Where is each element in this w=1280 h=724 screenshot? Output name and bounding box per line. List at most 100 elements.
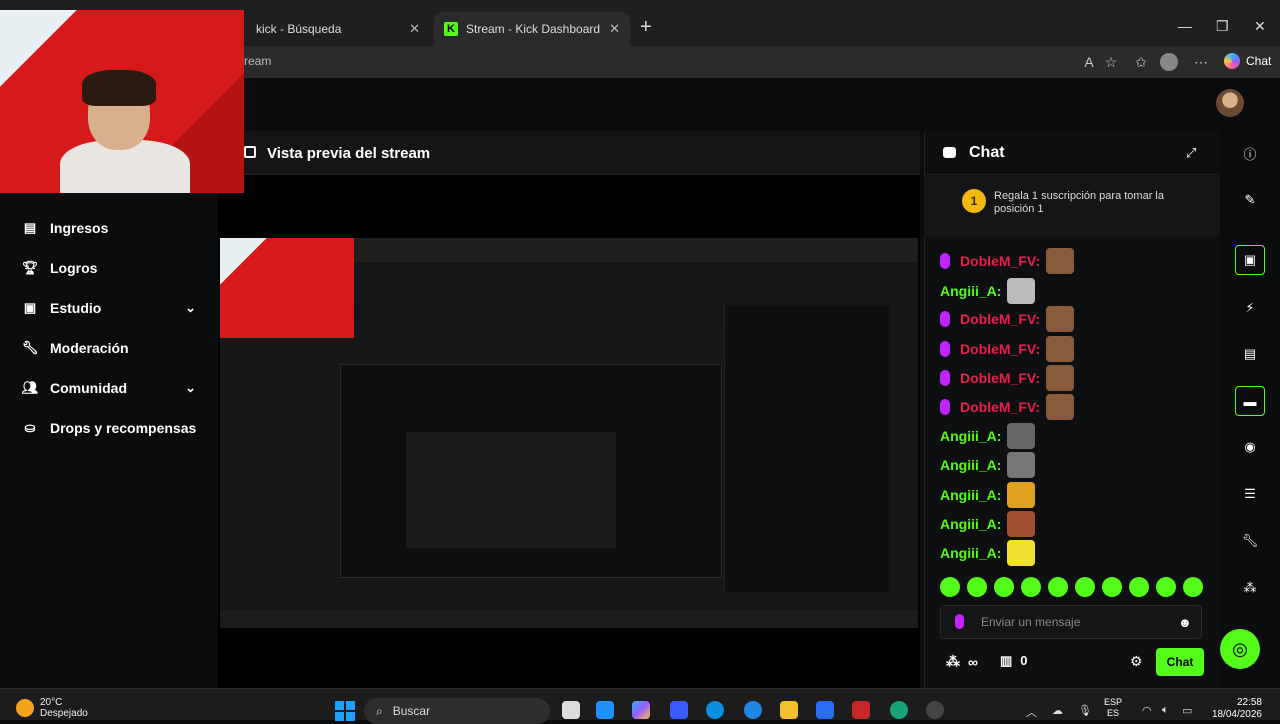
nested-taskbar <box>220 610 918 628</box>
emote-icon <box>1046 248 1075 274</box>
sidebar-item-drops[interactable]: ⛀ Drops y recompensas <box>0 410 218 446</box>
chat-toggle-icon[interactable]: ▬ <box>1235 386 1265 416</box>
more-icon[interactable]: ⋯ <box>1192 53 1210 71</box>
stream-info-icon[interactable]: ☰ <box>1238 482 1262 506</box>
preview-toggle-icon[interactable]: ▣ <box>1235 245 1265 275</box>
sidebar-item-ingresos[interactable]: ▤ Ingresos <box>0 210 218 246</box>
chat-username[interactable]: Angiii_A: <box>940 283 1001 299</box>
teams-icon[interactable] <box>670 701 688 719</box>
emote-icon[interactable] <box>1075 577 1095 597</box>
close-icon[interactable]: ✕ <box>409 21 420 37</box>
sidebar-item-estudio[interactable]: ▣ Estudio ⌄ <box>0 290 218 326</box>
chat-message: DobleM_FV: <box>940 394 1075 420</box>
photos-icon[interactable] <box>816 701 834 719</box>
emote-icon[interactable] <box>940 577 960 597</box>
page-title: Vista previa del stream <box>267 145 431 162</box>
info-icon[interactable]: ⓘ <box>1238 141 1262 165</box>
chat-username[interactable]: Angiii_A: <box>940 428 1001 444</box>
file-explorer-icon[interactable] <box>780 701 798 719</box>
emote-icon[interactable] <box>1102 577 1122 597</box>
emote-icon[interactable] <box>1021 577 1041 597</box>
chat-username[interactable]: DobleM_FV: <box>960 370 1040 386</box>
chevron-up-icon[interactable]: ︿ <box>1026 704 1037 720</box>
url-input[interactable]: ream <box>244 54 271 68</box>
profile-icon[interactable] <box>1160 53 1178 71</box>
emote-icon[interactable] <box>1183 577 1203 597</box>
windows-start-icon[interactable] <box>335 701 355 721</box>
broadcast-icon[interactable]: ◉ <box>1238 435 1262 459</box>
chat-message: Angiii_A: <box>940 511 1036 537</box>
channel-points[interactable]: ⁂ ∞ <box>946 653 978 670</box>
gear-icon[interactable]: ⚙ <box>1130 653 1143 670</box>
task-view-icon[interactable] <box>562 701 580 719</box>
emote-icon[interactable] <box>1156 577 1176 597</box>
window-close-icon[interactable]: ✕ <box>1254 18 1266 35</box>
notes-icon[interactable]: ▤ <box>1238 342 1262 366</box>
clock-date: 18/04/2026 <box>1211 709 1262 720</box>
chat-username[interactable]: DobleM_FV: <box>960 253 1040 269</box>
support-icon[interactable]: ◎ <box>1220 629 1260 669</box>
sidebar-item-logros[interactable]: 🏆︎ Logros <box>0 250 218 286</box>
gift-icon: ▥ <box>1000 653 1013 668</box>
obs-icon[interactable] <box>926 701 944 719</box>
favorites-icon[interactable]: ✩ <box>1132 53 1150 71</box>
chat-username[interactable]: Angiii_A: <box>940 457 1001 473</box>
edit-icon[interactable]: ✎ <box>1238 188 1262 212</box>
sidebar-item-comunidad[interactable]: 👥︎ Comunidad ⌄ <box>0 370 218 406</box>
emote-icon <box>1046 336 1075 362</box>
emote-icon[interactable] <box>994 577 1014 597</box>
favorite-star-icon[interactable]: ☆ <box>1102 53 1120 71</box>
avatar[interactable] <box>1216 89 1244 117</box>
read-aloud-icon[interactable]: A <box>1080 53 1098 71</box>
tab-kick-dashboard[interactable]: K Stream - Kick Dashboard ✕ <box>434 12 630 46</box>
emote-icon[interactable] <box>1048 577 1068 597</box>
emote-icon[interactable] <box>1129 577 1149 597</box>
chevron-down-icon: ⌄ <box>185 300 196 315</box>
popout-icon[interactable]: ⤢ <box>1186 145 1196 161</box>
volume-icon[interactable]: 🔈︎ <box>1162 704 1169 717</box>
onedrive-icon[interactable]: ☁ <box>1052 704 1063 717</box>
acrobat-icon[interactable] <box>852 701 870 719</box>
tab-kick-search[interactable]: kick - Búsqueda ✕ <box>246 12 430 46</box>
widgets-icon[interactable] <box>596 701 614 719</box>
chat-username[interactable]: DobleM_FV: <box>960 399 1040 415</box>
emote-icon <box>1007 482 1036 508</box>
app-icon[interactable] <box>890 701 908 719</box>
nested-stream-video-inner <box>406 432 616 548</box>
chat-message: Angiii_A: <box>940 423 1036 449</box>
taskbar-search[interactable]: ⌕ Buscar <box>364 698 550 724</box>
sync-icon[interactable] <box>744 701 762 719</box>
restore-icon[interactable]: ❐ <box>1216 18 1229 35</box>
wifi-icon[interactable]: ◠ <box>1142 704 1152 717</box>
send-chat-button[interactable]: Chat <box>1156 648 1204 676</box>
lightning-icon[interactable]: ⚡︎ <box>1238 296 1262 320</box>
sidebar-item-label: Drops y recompensas <box>50 420 197 436</box>
language-indicator[interactable]: ESP ES <box>1104 697 1122 719</box>
edge-icon[interactable] <box>706 701 724 719</box>
battery-icon[interactable]: ▭ <box>1182 704 1192 717</box>
chat-username[interactable]: DobleM_FV: <box>960 311 1040 327</box>
new-tab-icon[interactable]: + <box>640 16 652 39</box>
chat-username[interactable]: DobleM_FV: <box>960 341 1040 357</box>
sidebar-item-moderacion[interactable]: 🔧︎ Moderación <box>0 330 218 366</box>
chat-username[interactable]: Angiii_A: <box>940 487 1001 503</box>
nested-browser-chrome <box>354 238 918 262</box>
webcam-hair <box>82 70 156 106</box>
clock[interactable]: 22:58 18/04/2026 <box>1204 697 1262 721</box>
minimize-icon[interactable]: — <box>1178 18 1192 34</box>
emote-icon[interactable] <box>967 577 987 597</box>
chat-message: DobleM_FV: <box>940 336 1075 362</box>
wrench-icon[interactable]: 🔧︎ <box>1238 529 1262 553</box>
gift-counter[interactable]: ▥ 0 <box>1000 653 1028 669</box>
chat-username[interactable]: Angiii_A: <box>940 516 1001 532</box>
webcam-thumbnail <box>220 238 354 338</box>
users-icon[interactable]: ⁂ <box>1238 576 1262 600</box>
stream-video[interactable] <box>220 238 918 628</box>
copilot-app-icon[interactable] <box>632 701 650 719</box>
close-icon[interactable]: ✕ <box>609 21 620 37</box>
chat-username[interactable]: Angiii_A: <box>940 545 1001 561</box>
weather-widget[interactable]: 20°C Despejado <box>16 697 88 719</box>
microphone-icon[interactable]: 🎙︎ <box>1078 704 1092 717</box>
emoji-icon[interactable]: ☻ <box>1178 615 1192 630</box>
copilot-chat-button[interactable]: Chat <box>1224 53 1271 69</box>
